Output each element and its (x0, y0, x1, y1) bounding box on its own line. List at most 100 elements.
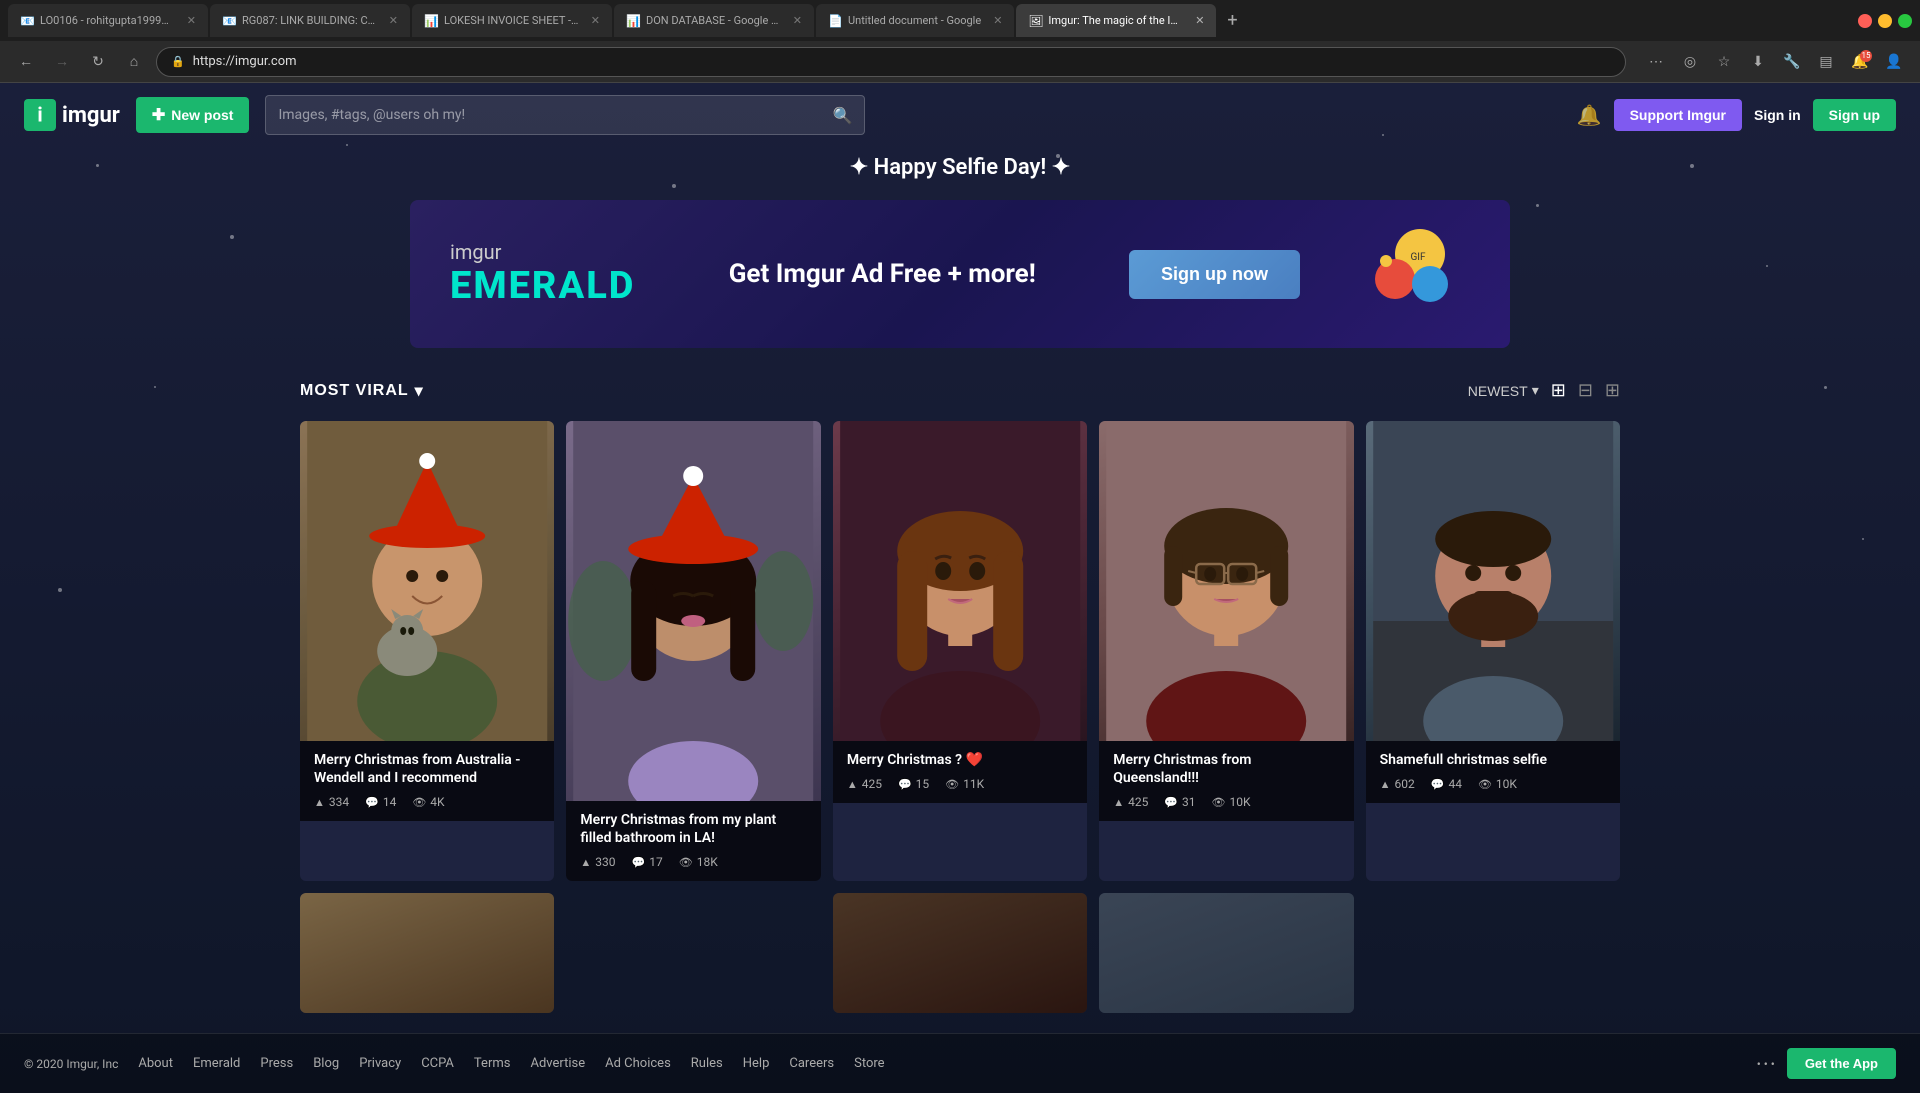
profile-icon[interactable]: 👤 (1880, 48, 1908, 76)
signin-button[interactable]: Sign in (1754, 107, 1801, 123)
footer-press[interactable]: Press (260, 1056, 293, 1071)
upvote-icon-3: ▲ (847, 778, 858, 791)
tab-5[interactable]: 📄 Untitled document - Google ✕ (816, 4, 1014, 37)
image-card-6[interactable] (300, 893, 554, 1013)
card3-comment-count: 15 (916, 777, 930, 791)
tab3-title: LOKESH INVOICE SHEET - Go... (444, 14, 579, 27)
view-medium-button[interactable]: ⊟ (1578, 380, 1593, 401)
tab-1[interactable]: 📧 LO0106 - rohitgupta1999321@... ✕ (8, 4, 208, 37)
image-card-8[interactable] (1099, 893, 1353, 1013)
viral-dropdown-icon: ▾ (415, 381, 424, 401)
view-large-button[interactable]: ⊞ (1551, 380, 1566, 401)
forward-button[interactable]: → (48, 48, 76, 76)
signup-now-button[interactable]: Sign up now (1129, 250, 1300, 299)
tab3-close[interactable]: ✕ (591, 14, 600, 27)
views-icon-5: 👁 (1478, 778, 1492, 791)
newest-button[interactable]: NEWEST ▾ (1468, 382, 1539, 399)
card1-illustration (300, 421, 554, 741)
tab-2[interactable]: 📧 RG087: LINK BUILDING: CB N... ✕ (210, 4, 410, 37)
card5-upvote-count: 602 (1395, 777, 1415, 791)
search-icon: 🔍 (833, 106, 853, 125)
card4-upvote-count: 425 (1128, 795, 1148, 809)
image-card-1[interactable]: Merry Christmas from Australia - Wendell… (300, 421, 554, 881)
card2-comment-count: 17 (649, 855, 663, 869)
notification-icon[interactable]: 🔔 (1577, 103, 1602, 127)
image-card-4[interactable]: Merry Christmas from Queensland!!! ▲ 425… (1099, 421, 1353, 881)
new-tab-button[interactable]: + (1218, 7, 1246, 35)
card3-info: Merry Christmas ? ❤️ ▲ 425 💬 15 👁 11K (833, 741, 1087, 803)
tab4-title: DON DATABASE - Google She... (646, 14, 781, 27)
image-card-7[interactable] (833, 893, 1087, 1013)
card4-comments: 💬 31 (1164, 795, 1195, 809)
comment-icon: 💬 (365, 796, 379, 809)
upvote-icon: ▲ (314, 796, 325, 809)
footer-privacy[interactable]: Privacy (359, 1056, 401, 1071)
signup-button[interactable]: Sign up (1813, 99, 1896, 131)
bookmark-icon[interactable]: ☆ (1710, 48, 1738, 76)
footer-blog[interactable]: Blog (313, 1056, 339, 1071)
footer-about[interactable]: About (138, 1056, 173, 1071)
downloads-icon[interactable]: ⬇ (1744, 48, 1772, 76)
footer-advertise[interactable]: Advertise (530, 1056, 585, 1071)
url-text: https://imgur.com (193, 54, 297, 69)
notifications-badge[interactable]: 🔔 15 (1846, 48, 1874, 76)
footer-right: • • • Get the App (1757, 1048, 1896, 1079)
image-card-2[interactable]: Merry Christmas from my plant filled bat… (566, 421, 820, 881)
comment-icon-2: 💬 (632, 856, 646, 869)
footer-help[interactable]: Help (743, 1056, 770, 1071)
view-small-button[interactable]: ⊞ (1605, 380, 1620, 401)
refresh-button[interactable]: ↻ (84, 48, 112, 76)
card4-illustration (1099, 421, 1353, 741)
imgur-logo[interactable]: i imgur (24, 99, 120, 131)
pocket-icon[interactable]: ◎ (1676, 48, 1704, 76)
card8-image (1099, 893, 1353, 1013)
tab2-close[interactable]: ✕ (389, 14, 398, 27)
footer-ccpa[interactable]: CCPA (421, 1056, 454, 1071)
card5-views: 👁 10K (1478, 777, 1517, 791)
new-post-button[interactable]: ✚ New post (136, 97, 250, 133)
tab-3[interactable]: 📊 LOKESH INVOICE SHEET - Go... ✕ (412, 4, 612, 37)
card4-info: Merry Christmas from Queensland!!! ▲ 425… (1099, 741, 1353, 821)
search-bar[interactable]: Images, #tags, @users oh my! 🔍 (265, 95, 865, 135)
window-maximize[interactable] (1898, 14, 1912, 28)
newest-label: NEWEST (1468, 383, 1528, 399)
tab6-favicon: 🖼 (1028, 14, 1042, 28)
sidebar-icon[interactable]: ▤ (1812, 48, 1840, 76)
comment-icon-5: 💬 (1431, 778, 1445, 791)
footer-careers[interactable]: Careers (789, 1056, 834, 1071)
search-placeholder: Images, #tags, @users oh my! (278, 107, 465, 123)
footer-store[interactable]: Store (854, 1056, 884, 1071)
back-button[interactable]: ← (12, 48, 40, 76)
footer-ad-choices[interactable]: Ad Choices (605, 1056, 671, 1071)
imgur-logo-icon: i (24, 99, 56, 131)
footer-emerald[interactable]: Emerald (193, 1056, 240, 1071)
card2-illustration (566, 421, 820, 801)
tab5-title: Untitled document - Google (848, 14, 981, 27)
tab-6[interactable]: 🖼 Imgur: The magic of the Intern... ✕ (1016, 4, 1216, 37)
window-close[interactable] (1858, 14, 1872, 28)
most-viral-button[interactable]: MOST VIRAL ▾ (300, 381, 424, 401)
emerald-label: EMERALD (450, 264, 635, 308)
home-button[interactable]: ⌂ (120, 48, 148, 76)
card3-upvote-count: 425 (862, 777, 882, 791)
image-grid-row2 (300, 893, 1620, 1013)
url-bar[interactable]: 🔒 https://imgur.com (156, 47, 1626, 77)
footer-rules[interactable]: Rules (691, 1056, 723, 1071)
tab5-close[interactable]: ✕ (993, 14, 1002, 27)
support-button[interactable]: Support Imgur (1614, 99, 1742, 131)
tab4-close[interactable]: ✕ (793, 14, 802, 27)
card2-upvote-count: 330 (595, 855, 615, 869)
card1-stats: ▲ 334 💬 14 👁 4K (314, 795, 540, 809)
tab-4[interactable]: 📊 DON DATABASE - Google She... ✕ (614, 4, 814, 37)
more-button[interactable]: ⋯ (1642, 48, 1670, 76)
image-card-5[interactable]: Shamefull christmas selfie ▲ 602 💬 44 👁 (1366, 421, 1620, 881)
footer-terms[interactable]: Terms (474, 1056, 511, 1071)
tab1-close[interactable]: ✕ (187, 14, 196, 27)
extensions-icon[interactable]: 🔧 (1778, 48, 1806, 76)
tab5-favicon: 📄 (828, 14, 842, 28)
card5-stats: ▲ 602 💬 44 👁 10K (1380, 777, 1606, 791)
image-card-3[interactable]: Merry Christmas ? ❤️ ▲ 425 💬 15 👁 11K (833, 421, 1087, 881)
window-minimize[interactable] (1878, 14, 1892, 28)
get-app-button[interactable]: Get the App (1787, 1048, 1896, 1079)
tab6-close[interactable]: ✕ (1195, 14, 1204, 27)
